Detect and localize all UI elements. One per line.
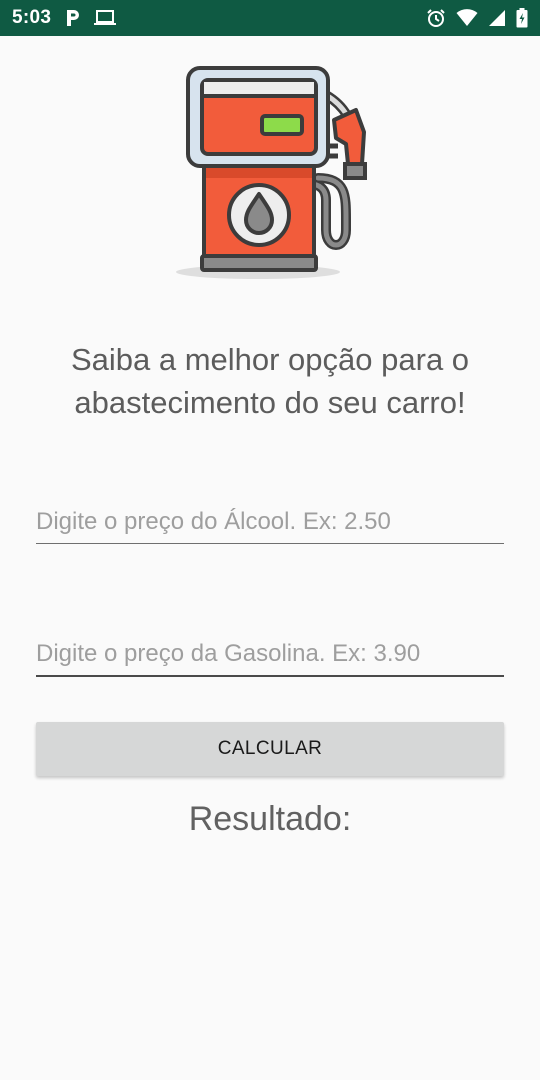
status-left-icons: [65, 9, 117, 27]
fuel-pump-icon: [168, 60, 372, 284]
result-label: Resultado:: [188, 800, 352, 838]
parking-icon: [65, 9, 81, 27]
alcool-price-input[interactable]: [36, 500, 504, 544]
gasolina-price-input[interactable]: [36, 633, 504, 677]
wifi-icon: [456, 9, 478, 27]
alarm-icon: [426, 8, 446, 28]
calculate-button[interactable]: CALCULAR: [36, 722, 504, 776]
status-right-icons: [426, 8, 528, 28]
signal-icon: [488, 9, 506, 27]
status-bar: 5:03: [0, 0, 540, 36]
page-title: Saiba a melhor opção para o abasteciment…: [70, 342, 470, 420]
status-time: 5:03: [12, 7, 52, 28]
laptop-icon: [93, 9, 117, 27]
battery-icon: [516, 8, 528, 28]
